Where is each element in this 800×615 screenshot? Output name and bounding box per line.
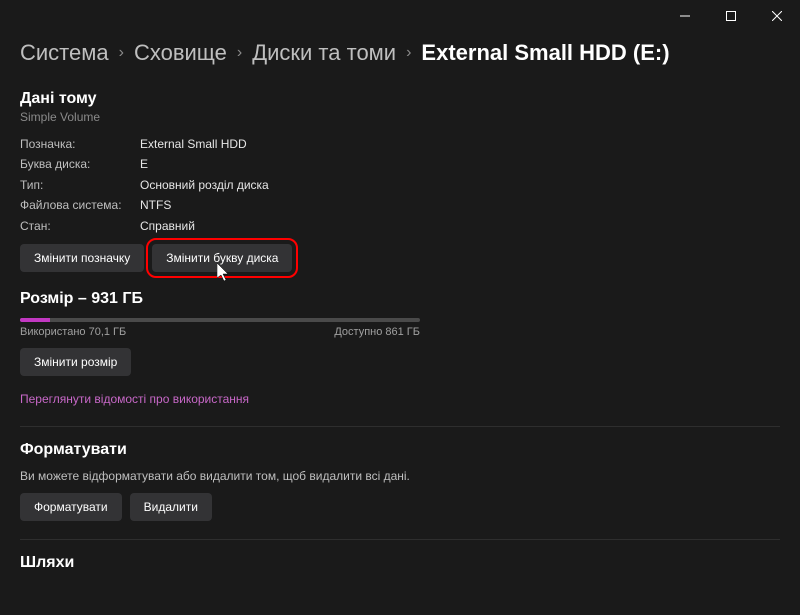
breadcrumb-current: External Small HDD (E:) — [421, 40, 669, 66]
view-usage-link[interactable]: Переглянути відомості про використання — [20, 392, 249, 406]
breadcrumb-system[interactable]: Система — [20, 40, 109, 66]
size-section: Розмір – 931 ГБ Використано 70,1 ГБ Дост… — [20, 290, 780, 408]
kv-key: Позначка: — [20, 134, 140, 154]
kv-row-drive-letter: Буква диска: E — [20, 154, 780, 174]
storage-progress-bar — [20, 318, 420, 322]
kv-row-status: Стан: Справний — [20, 216, 780, 236]
volume-data-heading: Дані тому — [20, 90, 780, 108]
available-label: Доступно 861 ГБ — [334, 326, 420, 338]
kv-key: Стан: — [20, 216, 140, 236]
divider — [20, 426, 780, 427]
kv-row-type: Тип: Основний розділ диска — [20, 175, 780, 195]
format-button[interactable]: Форматувати — [20, 493, 122, 521]
storage-progress-fill — [20, 318, 50, 322]
delete-button[interactable]: Видалити — [130, 493, 212, 521]
kv-key: Тип: — [20, 175, 140, 195]
breadcrumb-storage[interactable]: Сховище — [134, 40, 227, 66]
kv-val: Основний розділ диска — [140, 175, 269, 195]
change-drive-letter-button[interactable]: Змінити букву диска — [152, 244, 292, 272]
chevron-right-icon: › — [237, 44, 242, 62]
paths-section: Шляхи — [20, 554, 780, 572]
minimize-button[interactable] — [662, 0, 708, 32]
kv-row-filesystem: Файлова система: NTFS — [20, 195, 780, 215]
kv-row-label: Позначка: External Small HDD — [20, 134, 780, 154]
close-button[interactable] — [754, 0, 800, 32]
format-description: Ви можете відформатувати або видалити то… — [20, 469, 780, 483]
kv-val: NTFS — [140, 195, 171, 215]
chevron-right-icon: › — [406, 44, 411, 62]
divider — [20, 539, 780, 540]
kv-val: E — [140, 154, 148, 174]
kv-val: Справний — [140, 216, 195, 236]
breadcrumb: Система › Сховище › Диски та томи › Exte… — [20, 40, 780, 66]
volume-data-section: Дані тому Simple Volume Позначка: Extern… — [20, 90, 780, 272]
format-heading: Форматувати — [20, 441, 780, 459]
kv-val: External Small HDD — [140, 134, 247, 154]
paths-heading: Шляхи — [20, 554, 780, 572]
change-label-button[interactable]: Змінити позначку — [20, 244, 144, 272]
change-size-button[interactable]: Змінити розмір — [20, 348, 131, 376]
size-heading: Розмір – 931 ГБ — [20, 290, 780, 308]
format-section: Форматувати Ви можете відформатувати або… — [20, 441, 780, 521]
titlebar — [0, 0, 800, 32]
kv-key: Файлова система: — [20, 195, 140, 215]
chevron-right-icon: › — [119, 44, 124, 62]
kv-key: Буква диска: — [20, 154, 140, 174]
used-label: Використано 70,1 ГБ — [20, 326, 126, 338]
breadcrumb-disks-volumes[interactable]: Диски та томи — [252, 40, 396, 66]
volume-type-text: Simple Volume — [20, 110, 780, 124]
maximize-button[interactable] — [708, 0, 754, 32]
